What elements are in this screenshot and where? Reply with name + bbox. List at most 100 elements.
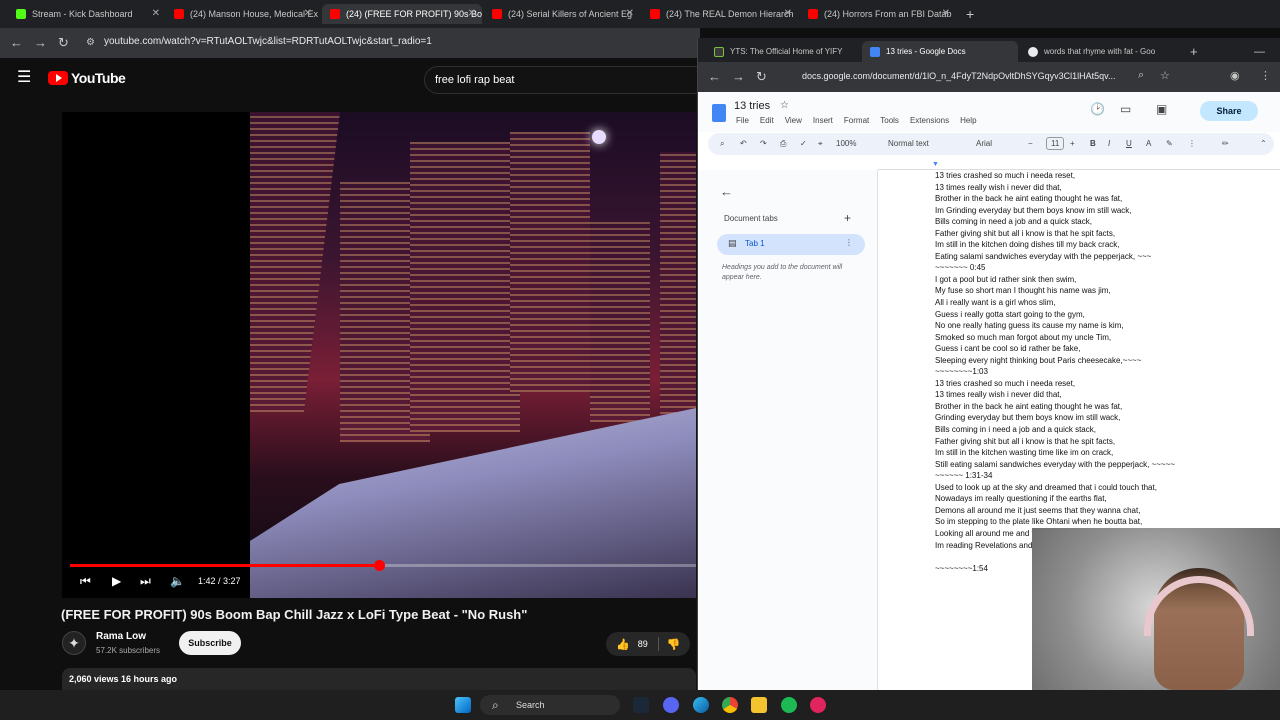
close-icon[interactable]: ✕ <box>942 8 950 19</box>
doc-line[interactable]: I got a pool but id rather sink then swi… <box>935 274 1275 286</box>
back-arrow-icon[interactable]: ← <box>10 35 23 50</box>
chevron-up-icon[interactable]: ⌃ <box>1260 139 1267 148</box>
doc-line[interactable]: Brother in the back he aint eating thoug… <box>935 401 1275 413</box>
share-button[interactable]: Share <box>1200 101 1258 121</box>
app-icon[interactable] <box>810 697 826 713</box>
style-select[interactable]: Normal text <box>888 139 929 148</box>
play-icon[interactable]: ▶ <box>112 574 121 588</box>
edge-icon[interactable] <box>693 697 709 713</box>
italic-icon[interactable]: I <box>1108 139 1110 148</box>
font-size-decrease-icon[interactable]: − <box>1028 139 1033 148</box>
doc-line[interactable]: Im still in the kitchen wasting time lik… <box>935 447 1275 459</box>
zoom-select[interactable]: 100% <box>836 139 856 148</box>
browser-tab-manson[interactable]: (24) Manson House, Medical Ex ✕ <box>166 4 318 24</box>
video-call-icon[interactable]: ▣ <box>1156 102 1167 116</box>
forward-arrow-icon[interactable]: → <box>732 69 745 84</box>
doc-line[interactable]: Eating salami sandwiches everyday with t… <box>935 251 1275 263</box>
add-tab-icon[interactable]: + <box>844 211 851 225</box>
star-icon[interactable]: ☆ <box>1160 69 1170 82</box>
indent-marker-icon[interactable]: ▼ <box>932 161 939 168</box>
browser-tab-docs[interactable]: 13 tries - Google Docs <box>862 41 1018 62</box>
taskbar-search[interactable]: Search <box>480 695 620 715</box>
document-body[interactable]: 13 tries crashed so much i needa reset, 1… <box>935 170 1275 574</box>
menu-icon[interactable]: ☰ <box>17 67 31 87</box>
more-vert-icon[interactable]: ⋮ <box>845 238 853 247</box>
menu-tools[interactable]: Tools <box>880 116 899 125</box>
video-player[interactable]: ⏮ ▶ ⏭ 🔈 1:42 / 3:27 <box>62 112 696 598</box>
doc-line[interactable]: No one really hating guess its cause my … <box>935 320 1275 332</box>
browser-tab-rhymes[interactable]: words that rhyme with fat - Goo <box>1020 41 1176 62</box>
zoom-icon[interactable]: ⌕ <box>1138 69 1144 82</box>
close-icon[interactable]: ✕ <box>304 8 312 19</box>
forward-arrow-icon[interactable]: → <box>34 35 47 50</box>
star-icon[interactable]: ☆ <box>780 100 789 111</box>
reload-icon[interactable]: ↻ <box>58 35 69 51</box>
paint-format-icon[interactable]: ⌖ <box>818 139 823 149</box>
doc-line[interactable]: Im still in the kitchen doing dishes til… <box>935 239 1275 251</box>
new-tab-button[interactable]: + <box>1182 41 1202 62</box>
doc-line[interactable]: All i really want is a girl whos slim, <box>935 297 1275 309</box>
spotify-icon[interactable] <box>781 697 797 713</box>
chrome-icon[interactable] <box>722 697 738 713</box>
dislike-icon[interactable]: 👎 <box>667 638 681 651</box>
doc-line[interactable]: Still eating salami sandwiches everyday … <box>935 459 1275 471</box>
doc-line[interactable]: Smoked so much man forgot about my uncle… <box>935 332 1275 344</box>
doc-line[interactable]: Grinding everyday but them boys know im … <box>935 412 1275 424</box>
bold-icon[interactable]: B <box>1090 139 1096 148</box>
menu-insert[interactable]: Insert <box>813 116 833 125</box>
menu-edit[interactable]: Edit <box>760 116 774 125</box>
file-explorer-icon[interactable] <box>751 697 767 713</box>
doc-line[interactable]: So im stepping to the plate like Ohtani … <box>935 516 1275 528</box>
browser-tab-demon[interactable]: (24) The REAL Demon Hierarch ✕ <box>642 4 798 24</box>
close-icon[interactable]: ✕ <box>784 8 792 19</box>
doc-line[interactable]: Im Grinding everyday but them boys know … <box>935 205 1275 217</box>
like-icon[interactable]: 👍 <box>616 638 630 651</box>
new-tab-button[interactable]: + <box>958 4 980 24</box>
back-arrow-icon[interactable]: ← <box>720 184 733 199</box>
doc-line[interactable]: ~~~~~~ 1:31-34 <box>935 470 1275 482</box>
doc-line[interactable]: ~~~~~~~~1:03 <box>935 366 1275 378</box>
doc-tab-1[interactable]: Tab 1 ⋮ <box>717 234 865 255</box>
discord-icon[interactable] <box>663 697 679 713</box>
browser-tab-serial-killers[interactable]: (24) Serial Killers of Ancient Eg ✕ <box>484 4 640 24</box>
doc-line[interactable]: Father giving shit but all i know is tha… <box>935 228 1275 240</box>
highlight-icon[interactable]: ✎ <box>1166 139 1173 148</box>
doc-line[interactable]: Demons all around me it just seems that … <box>935 505 1275 517</box>
minimize-icon[interactable]: — <box>1246 41 1266 62</box>
doc-line[interactable]: ~~~~~~~ 0:45 <box>935 262 1275 274</box>
doc-line[interactable]: Used to look up at the sky and dreamed t… <box>935 482 1275 494</box>
close-icon[interactable]: ✕ <box>152 8 160 19</box>
channel-avatar[interactable]: ✦ <box>62 631 86 655</box>
doc-line[interactable]: Brother in the back he aint eating thoug… <box>935 193 1275 205</box>
search-icon[interactable]: ⌕ <box>720 139 724 149</box>
reload-icon[interactable]: ↻ <box>756 69 767 85</box>
docs-logo-icon[interactable] <box>712 104 726 122</box>
browser-tab-fbi[interactable]: (24) Horrors From an FBI Datab ✕ <box>800 4 956 24</box>
more-vert-icon[interactable]: ⋮ <box>1260 69 1271 82</box>
font-size-increase-icon[interactable]: + <box>1070 139 1075 148</box>
close-icon[interactable]: ✕ <box>626 8 634 19</box>
doc-line[interactable]: My fuse so short man I thought his name … <box>935 285 1275 297</box>
site-info-icon[interactable]: ⚙ <box>86 37 95 48</box>
more-icon[interactable]: ⋮ <box>1188 139 1196 148</box>
doc-line[interactable]: Father giving shit but all i know is tha… <box>935 436 1275 448</box>
start-icon[interactable] <box>455 697 471 713</box>
font-size-field[interactable]: 11 <box>1046 137 1065 150</box>
doc-line[interactable]: 13 tries crashed so much i needa reset, <box>935 378 1275 390</box>
video-progress-bar[interactable] <box>70 560 696 571</box>
profile-icon[interactable]: ◉ <box>1230 69 1240 82</box>
search-input[interactable]: free lofi rap beat <box>424 66 704 94</box>
subscribe-button[interactable]: Subscribe <box>179 631 241 655</box>
doc-line[interactable]: 13 times really wish i never did that, <box>935 182 1275 194</box>
previous-icon[interactable]: ⏮ <box>80 574 91 589</box>
doc-title[interactable]: 13 tries <box>734 100 770 112</box>
url-field[interactable]: docs.google.com/document/d/1lO_n_4FdyT2N… <box>802 71 1116 81</box>
doc-line[interactable]: Bills coming in need a job and a quick s… <box>935 216 1275 228</box>
steam-icon[interactable] <box>633 697 649 713</box>
editing-mode-icon[interactable]: ✏ <box>1222 139 1229 148</box>
next-icon[interactable]: ⏭ <box>140 574 151 589</box>
comment-icon[interactable]: ▭ <box>1120 102 1131 116</box>
menu-extensions[interactable]: Extensions <box>910 116 949 125</box>
doc-line[interactable]: Nowadays im really questioning if the ea… <box>935 493 1275 505</box>
text-color-icon[interactable]: A <box>1146 139 1151 148</box>
